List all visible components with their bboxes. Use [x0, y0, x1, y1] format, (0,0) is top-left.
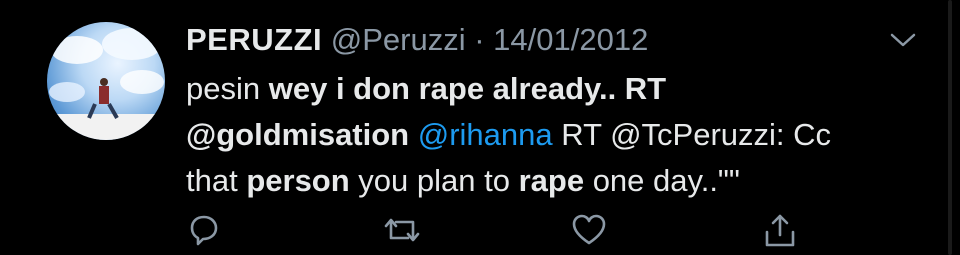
avatar-photo — [47, 28, 165, 140]
mention-goldmisation[interactable]: @goldmisation — [186, 117, 409, 152]
separator: · — [474, 22, 485, 57]
text-segment: pesin — [186, 71, 269, 106]
text-segment-bold: wey i don rape already.. RT — [268, 71, 667, 106]
retweet-icon[interactable] — [382, 212, 422, 248]
text-segment: one day.."" — [584, 163, 740, 198]
text-segment-bold: person — [246, 163, 350, 198]
tweet-text: pesin wey i don rape already.. RT @goldm… — [186, 66, 886, 204]
text-segment — [409, 117, 418, 152]
share-icon[interactable] — [762, 212, 798, 250]
scrollbar[interactable] — [948, 0, 952, 255]
text-segment: RT @TcPeruzzi: Cc — [552, 117, 832, 152]
heart-icon[interactable] — [570, 212, 608, 248]
mention-rihanna[interactable]: @rihanna — [418, 117, 553, 152]
avatar[interactable] — [47, 22, 165, 140]
tweet-header: PERUZZI @Peruzzi · 14/01/2012 — [186, 20, 648, 60]
tweet[interactable]: PERUZZI @Peruzzi · 14/01/2012 pesin wey … — [0, 0, 960, 255]
tweet-date[interactable]: 14/01/2012 — [493, 22, 648, 57]
chevron-down-icon[interactable] — [888, 30, 918, 50]
text-segment: that — [186, 163, 247, 198]
display-name[interactable]: PERUZZI — [186, 22, 322, 57]
reply-icon[interactable] — [186, 212, 222, 248]
text-segment-bold: rape — [518, 163, 585, 198]
user-handle[interactable]: @Peruzzi — [331, 22, 466, 57]
text-segment: you plan to — [349, 163, 519, 198]
